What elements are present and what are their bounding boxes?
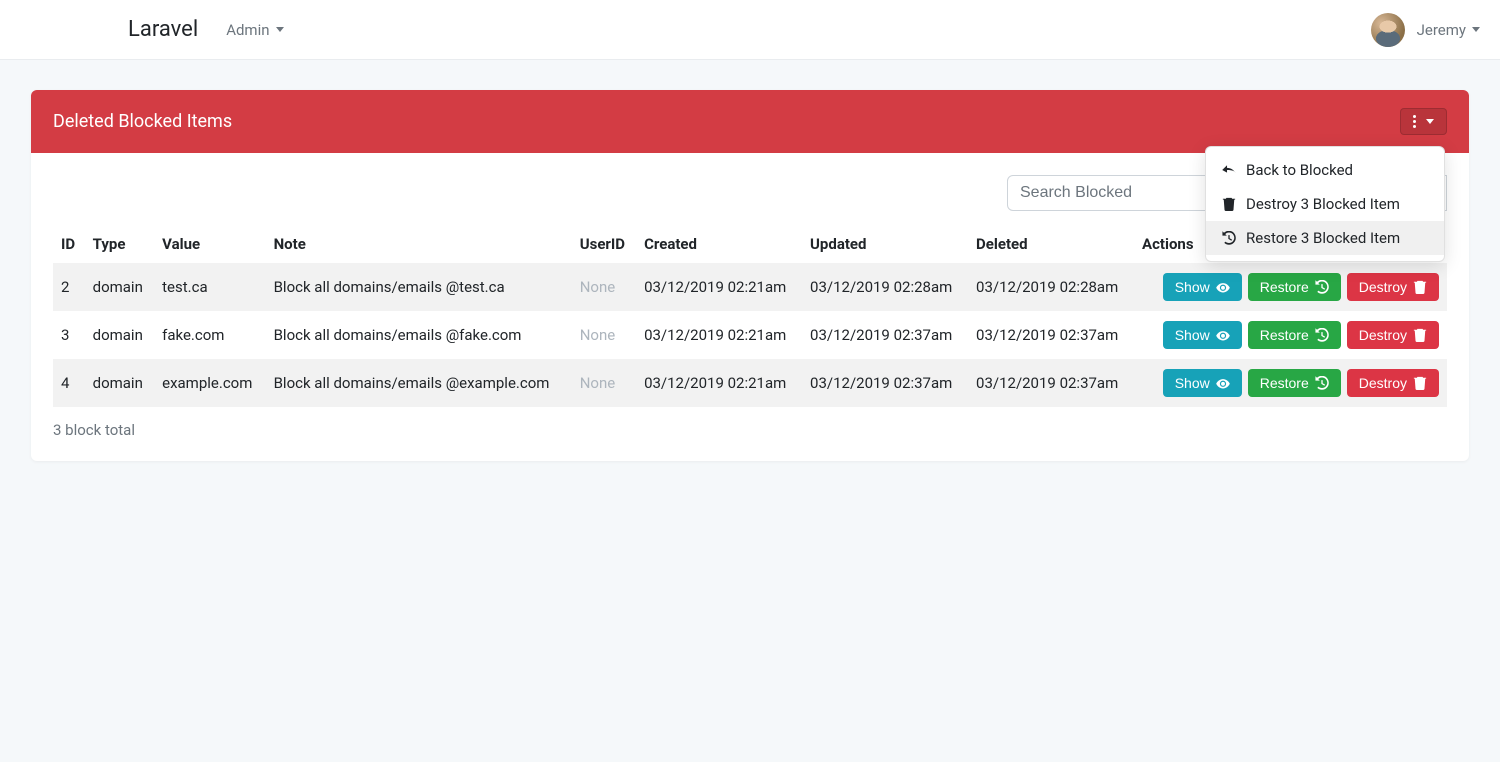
admin-label: Admin <box>226 21 269 39</box>
cell-created: 03/12/2019 02:21am <box>636 263 802 311</box>
card-title: Deleted Blocked Items <box>53 111 232 132</box>
cell-note: Block all domains/emails @fake.com <box>266 311 572 359</box>
destroy-button[interactable]: Destroy <box>1347 321 1439 349</box>
trash-icon <box>1413 376 1427 390</box>
avatar[interactable] <box>1371 13 1405 47</box>
eye-icon <box>1216 376 1230 390</box>
destroy-label: Destroy <box>1359 279 1407 295</box>
table-row: 4domainexample.comBlock all domains/emai… <box>53 359 1447 407</box>
history-icon <box>1222 231 1236 245</box>
dropdown-destroy[interactable]: Destroy 3 Blocked Item <box>1206 187 1444 221</box>
eye-icon <box>1216 280 1230 294</box>
destroy-label: Destroy <box>1359 327 1407 343</box>
restore-button[interactable]: Restore <box>1248 369 1341 397</box>
show-button[interactable]: Show <box>1163 321 1242 349</box>
dropdown-destroy-label: Destroy 3 Blocked Item <box>1246 195 1400 213</box>
restore-button[interactable]: Restore <box>1248 273 1341 301</box>
trash-icon <box>1222 197 1236 211</box>
restore-label: Restore <box>1260 279 1309 295</box>
cell-type: domain <box>85 311 155 359</box>
brand[interactable]: Laravel <box>128 17 198 42</box>
cell-deleted: 03/12/2019 02:28am <box>968 263 1134 311</box>
cell-id: 2 <box>53 263 85 311</box>
col-type: Type <box>85 225 155 263</box>
table-row: 3domainfake.comBlock all domains/emails … <box>53 311 1447 359</box>
navbar-left: Laravel Admin <box>128 17 284 42</box>
history-icon <box>1315 376 1329 390</box>
table-body: 2domaintest.caBlock all domains/emails @… <box>53 263 1447 407</box>
trash-icon <box>1413 280 1427 294</box>
show-label: Show <box>1175 327 1210 343</box>
card-menu-button[interactable] <box>1400 108 1447 135</box>
cell-value: test.ca <box>154 263 265 311</box>
cell-actions: Show Restore Destroy <box>1134 359 1447 407</box>
cell-actions: Show Restore Destroy <box>1134 263 1447 311</box>
show-label: Show <box>1175 375 1210 391</box>
col-updated: Updated <box>802 225 968 263</box>
show-button[interactable]: Show <box>1163 273 1242 301</box>
card-header: Deleted Blocked Items Back to Blocked De… <box>31 90 1469 153</box>
cell-deleted: 03/12/2019 02:37am <box>968 311 1134 359</box>
col-userid: UserID <box>572 225 636 263</box>
cell-updated: 03/12/2019 02:37am <box>802 311 968 359</box>
cell-userid: None <box>572 359 636 407</box>
cell-updated: 03/12/2019 02:37am <box>802 359 968 407</box>
destroy-label: Destroy <box>1359 375 1407 391</box>
cell-userid: None <box>572 263 636 311</box>
cell-created: 03/12/2019 02:21am <box>636 359 802 407</box>
dropdown-back-label: Back to Blocked <box>1246 161 1353 179</box>
cell-value: example.com <box>154 359 265 407</box>
restore-button[interactable]: Restore <box>1248 321 1341 349</box>
show-label: Show <box>1175 279 1210 295</box>
user-dropdown[interactable]: Jeremy <box>1417 21 1480 39</box>
caret-down-icon <box>1472 27 1480 32</box>
cell-id: 3 <box>53 311 85 359</box>
container: Deleted Blocked Items Back to Blocked De… <box>15 60 1485 491</box>
dropdown-back[interactable]: Back to Blocked <box>1206 153 1444 187</box>
restore-label: Restore <box>1260 375 1309 391</box>
caret-down-icon <box>276 27 284 32</box>
card: Deleted Blocked Items Back to Blocked De… <box>31 90 1469 461</box>
show-button[interactable]: Show <box>1163 369 1242 397</box>
col-deleted: Deleted <box>968 225 1134 263</box>
dropdown-restore[interactable]: Restore 3 Blocked Item <box>1206 221 1444 255</box>
cell-type: domain <box>85 359 155 407</box>
restore-label: Restore <box>1260 327 1309 343</box>
cell-value: fake.com <box>154 311 265 359</box>
kebab-icon <box>1413 115 1416 128</box>
cell-created: 03/12/2019 02:21am <box>636 311 802 359</box>
cell-type: domain <box>85 263 155 311</box>
navbar-right: Jeremy <box>1371 13 1480 47</box>
col-created: Created <box>636 225 802 263</box>
col-id: ID <box>53 225 85 263</box>
cell-note: Block all domains/emails @example.com <box>266 359 572 407</box>
cell-deleted: 03/12/2019 02:37am <box>968 359 1134 407</box>
destroy-button[interactable]: Destroy <box>1347 273 1439 301</box>
dropdown-restore-label: Restore 3 Blocked Item <box>1246 229 1400 247</box>
summary-text: 3 block total <box>53 421 1447 439</box>
cell-userid: None <box>572 311 636 359</box>
destroy-button[interactable]: Destroy <box>1347 369 1439 397</box>
admin-dropdown[interactable]: Admin <box>226 21 283 39</box>
navbar: Laravel Admin Jeremy <box>0 0 1500 60</box>
eye-icon <box>1216 328 1230 342</box>
cell-actions: Show Restore Destroy <box>1134 311 1447 359</box>
col-value: Value <box>154 225 265 263</box>
cell-id: 4 <box>53 359 85 407</box>
cell-note: Block all domains/emails @test.ca <box>266 263 572 311</box>
table-row: 2domaintest.caBlock all domains/emails @… <box>53 263 1447 311</box>
history-icon <box>1315 280 1329 294</box>
trash-icon <box>1413 328 1427 342</box>
caret-down-icon <box>1426 119 1434 124</box>
reply-icon <box>1222 163 1236 177</box>
col-note: Note <box>266 225 572 263</box>
card-dropdown: Back to Blocked Destroy 3 Blocked Item R… <box>1205 146 1445 262</box>
user-name: Jeremy <box>1417 21 1466 39</box>
cell-updated: 03/12/2019 02:28am <box>802 263 968 311</box>
history-icon <box>1315 328 1329 342</box>
